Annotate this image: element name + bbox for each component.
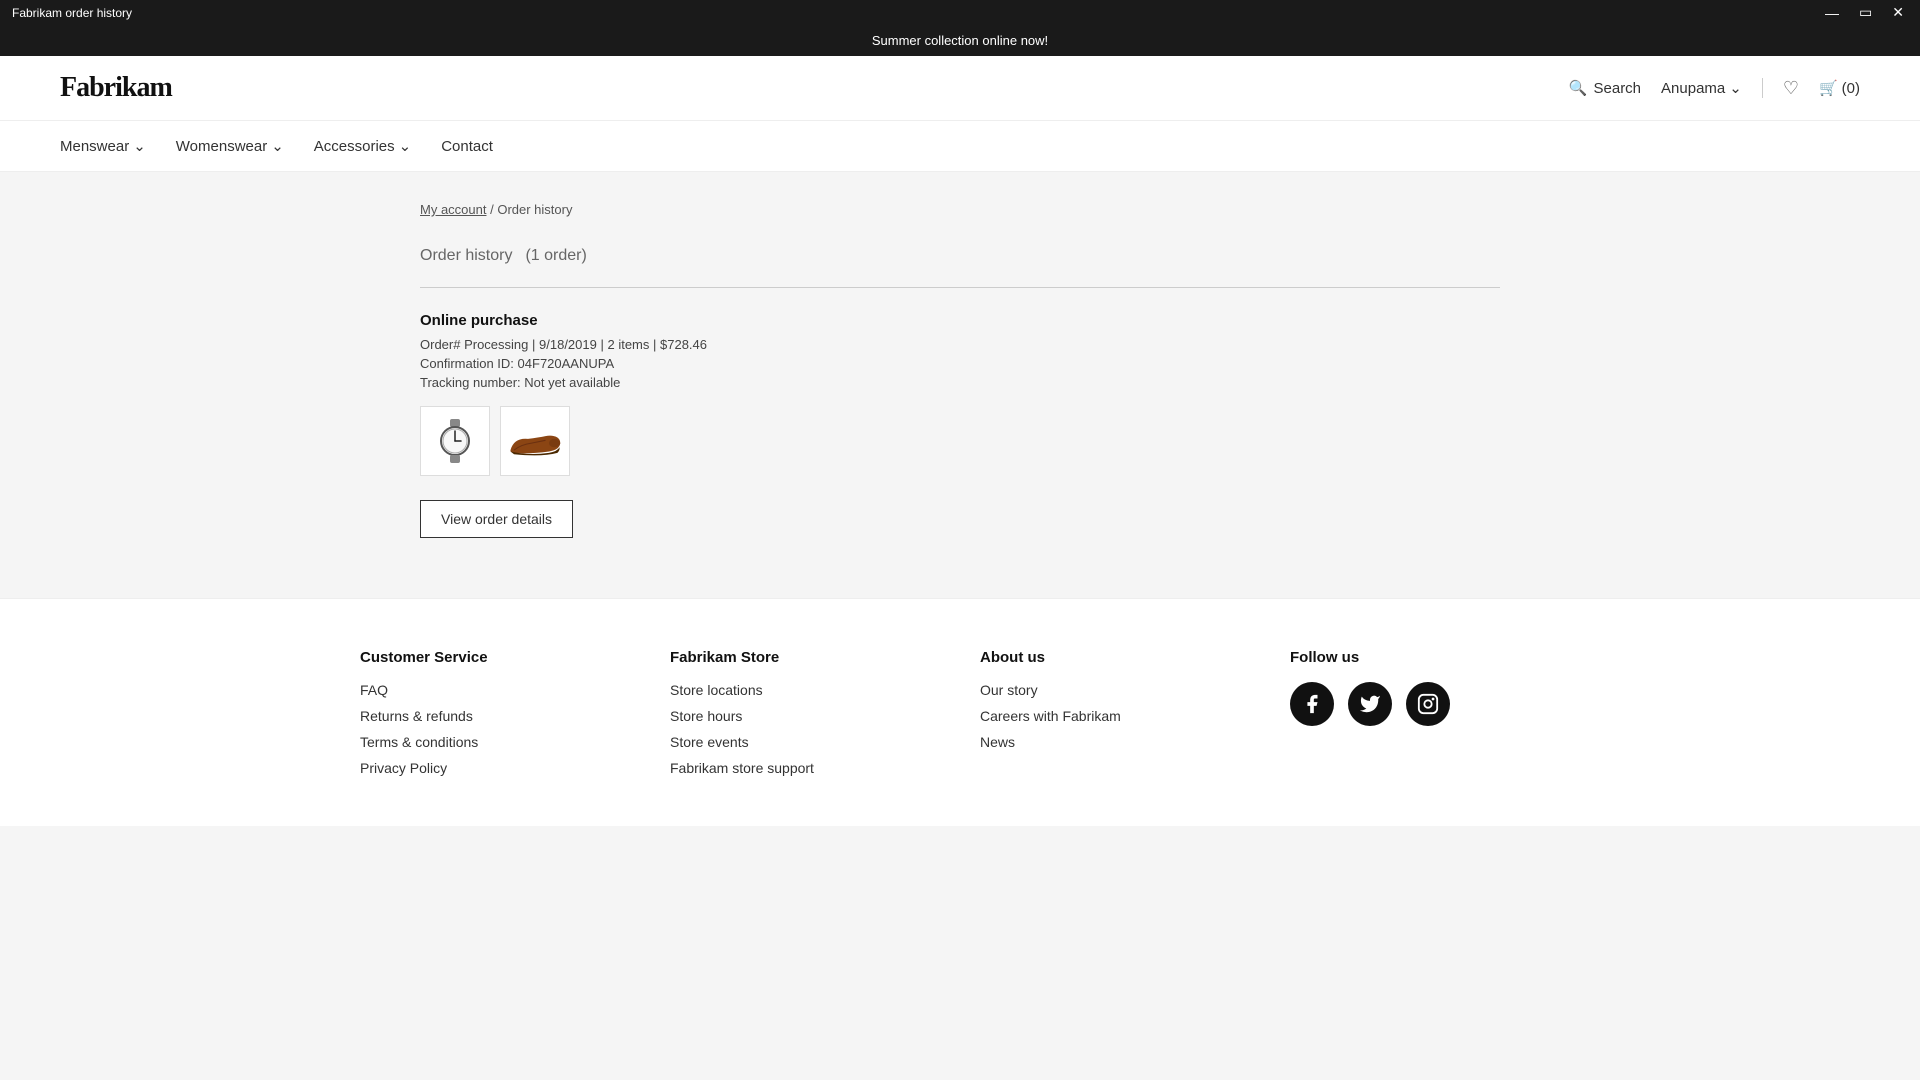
order-images xyxy=(420,406,1500,476)
nav-contact[interactable]: Contact xyxy=(441,121,493,171)
minimize-button[interactable]: — xyxy=(1821,5,1843,21)
nav-womenswear[interactable]: Womenswear ⌄ xyxy=(176,121,284,171)
footer-link-store-events[interactable]: Store events xyxy=(670,734,940,750)
order-item-watch[interactable] xyxy=(420,406,490,476)
footer-customer-service: Customer Service FAQ Returns & refunds T… xyxy=(360,649,630,786)
order-count: (1 order) xyxy=(525,247,586,264)
divider xyxy=(420,287,1500,288)
top-banner: Summer collection online now! xyxy=(0,25,1920,56)
footer-link-careers[interactable]: Careers with Fabrikam xyxy=(980,708,1250,724)
search-icon: 🔍 xyxy=(1569,79,1588,97)
footer-grid: Customer Service FAQ Returns & refunds T… xyxy=(360,649,1560,786)
main-content: My account / Order history Order history… xyxy=(360,172,1560,598)
menswear-chevron-icon: ⌄ xyxy=(133,137,146,155)
user-menu[interactable]: Anupama ⌄ xyxy=(1661,79,1742,97)
search-button[interactable]: 🔍 Search xyxy=(1569,79,1641,97)
heart-icon: ♡ xyxy=(1783,78,1799,98)
nav: Menswear ⌄ Womenswear ⌄ Accessories ⌄ Co… xyxy=(0,121,1920,172)
instagram-icon[interactable] xyxy=(1406,682,1450,726)
footer-cs-title: Customer Service xyxy=(360,649,630,666)
close-button[interactable]: ✕ xyxy=(1888,4,1908,21)
footer-link-faq[interactable]: FAQ xyxy=(360,682,630,698)
order-date: 9/18/2019 xyxy=(539,337,597,352)
nav-accessories-label: Accessories xyxy=(314,138,395,155)
womenswear-chevron-icon: ⌄ xyxy=(271,137,284,155)
footer-follow-title: Follow us xyxy=(1290,649,1560,666)
order-status: Processing xyxy=(464,337,528,352)
footer-link-privacy[interactable]: Privacy Policy xyxy=(360,760,630,776)
footer: Customer Service FAQ Returns & refunds T… xyxy=(0,598,1920,826)
social-icons xyxy=(1290,682,1560,726)
chevron-down-icon: ⌄ xyxy=(1729,79,1742,97)
footer-link-store-hours[interactable]: Store hours xyxy=(670,708,940,724)
order-date-sep: | xyxy=(532,337,539,352)
header-divider xyxy=(1762,78,1763,98)
breadcrumb: My account / Order history xyxy=(420,202,1500,217)
order-meta-line1: Order# Processing | 9/18/2019 | 2 items … xyxy=(420,337,1500,352)
order-hash: Order# xyxy=(420,337,464,352)
nav-accessories[interactable]: Accessories ⌄ xyxy=(314,121,411,171)
order-items: 2 items xyxy=(607,337,649,352)
order-history-title: Order history xyxy=(420,247,512,264)
window-controls[interactable]: — ▭ ✕ xyxy=(1821,4,1908,21)
restore-button[interactable]: ▭ xyxy=(1855,4,1876,21)
confirmation-value: 04F720AANUPA xyxy=(518,356,615,371)
window-title: Fabrikam order history xyxy=(12,6,132,20)
breadcrumb-my-account[interactable]: My account xyxy=(420,202,486,217)
search-label: Search xyxy=(1594,80,1642,97)
twitter-icon[interactable] xyxy=(1348,682,1392,726)
footer-about-us: About us Our story Careers with Fabrikam… xyxy=(980,649,1250,786)
nav-womenswear-label: Womenswear xyxy=(176,138,267,155)
footer-store-title: Fabrikam Store xyxy=(670,649,940,666)
view-order-details-button[interactable]: View order details xyxy=(420,500,573,538)
logo[interactable]: Fabrikam xyxy=(60,72,172,104)
user-name: Anupama xyxy=(1661,80,1725,97)
tracking-info: Not yet available xyxy=(524,375,620,390)
cart-icon: 🛒 xyxy=(1819,79,1838,97)
tracking-label: Tracking number: xyxy=(420,375,521,390)
footer-link-returns[interactable]: Returns & refunds xyxy=(360,708,630,724)
page-title: Order history (1 order) xyxy=(420,237,1500,267)
footer-link-news[interactable]: News xyxy=(980,734,1250,750)
header: Fabrikam 🔍 Search Anupama ⌄ ♡ 🛒 (0) xyxy=(0,56,1920,121)
order-item-shoe[interactable] xyxy=(500,406,570,476)
footer-fabrikam-store: Fabrikam Store Store locations Store hou… xyxy=(670,649,940,786)
cart-count: (0) xyxy=(1842,80,1860,97)
order-type: Online purchase xyxy=(420,312,1500,329)
confirmation-label: Confirmation ID: xyxy=(420,356,514,371)
nav-menswear-label: Menswear xyxy=(60,138,129,155)
order-total-sep: | xyxy=(653,337,660,352)
footer-link-store-locations[interactable]: Store locations xyxy=(670,682,940,698)
window-title-bar: Fabrikam order history — ▭ ✕ xyxy=(0,0,1920,25)
footer-link-our-story[interactable]: Our story xyxy=(980,682,1250,698)
nav-contact-label: Contact xyxy=(441,138,493,155)
accessories-chevron-icon: ⌄ xyxy=(399,137,412,155)
footer-link-store-support[interactable]: Fabrikam store support xyxy=(670,760,940,776)
cart-button[interactable]: 🛒 (0) xyxy=(1819,79,1860,97)
header-right: 🔍 Search Anupama ⌄ ♡ 🛒 (0) xyxy=(1569,78,1860,99)
facebook-icon[interactable] xyxy=(1290,682,1334,726)
footer-follow-us: Follow us xyxy=(1290,649,1560,786)
order-total: $728.46 xyxy=(660,337,707,352)
breadcrumb-current: Order history xyxy=(497,202,572,217)
banner-text: Summer collection online now! xyxy=(872,33,1048,48)
order-confirmation: Confirmation ID: 04F720AANUPA xyxy=(420,356,1500,371)
nav-menswear[interactable]: Menswear ⌄ xyxy=(60,121,146,171)
wishlist-button[interactable]: ♡ xyxy=(1783,78,1799,99)
order-entry: Online purchase Order# Processing | 9/18… xyxy=(420,312,1500,538)
footer-link-terms[interactable]: Terms & conditions xyxy=(360,734,630,750)
order-tracking: Tracking number: Not yet available xyxy=(420,375,1500,390)
footer-about-title: About us xyxy=(980,649,1250,666)
